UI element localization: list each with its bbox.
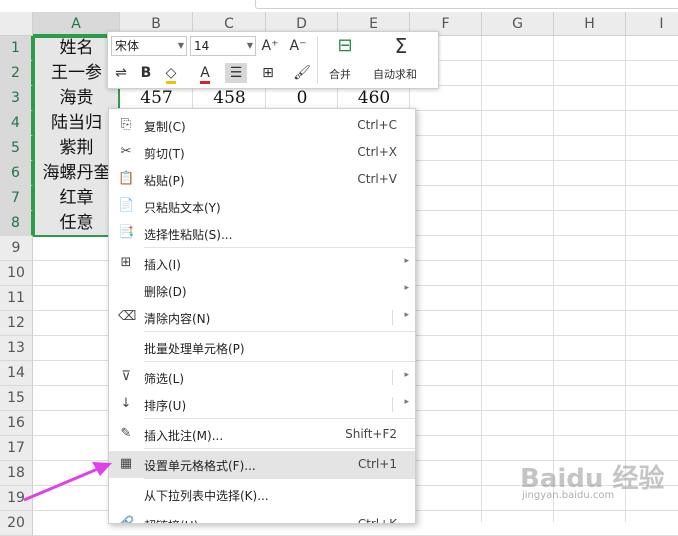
watermark-url: jingyan.baidu.com [522,490,615,501]
watermark: Baidu 经验 jingyan.baidu.com [520,458,664,501]
annotation-arrow [23,462,112,502]
